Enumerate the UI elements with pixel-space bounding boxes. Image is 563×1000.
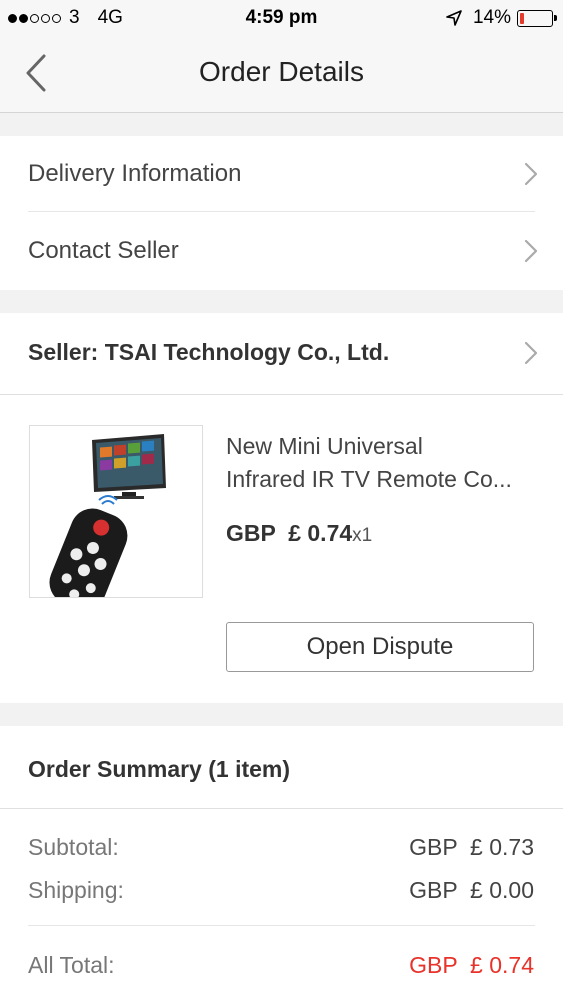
chevron-right-icon bbox=[524, 341, 538, 365]
contact-seller-row[interactable]: Contact Seller bbox=[0, 213, 563, 289]
total-label: All Total: bbox=[28, 952, 115, 978]
subtotal-label: Subtotal: bbox=[28, 834, 119, 860]
open-dispute-button[interactable]: Open Dispute bbox=[226, 622, 534, 672]
battery-percent: 14% bbox=[472, 7, 511, 28]
product-quantity: x1 bbox=[352, 525, 373, 546]
chevron-right-icon bbox=[524, 239, 538, 263]
location-arrow-icon bbox=[446, 10, 462, 26]
battery-icon bbox=[517, 9, 557, 27]
summary-total-divider bbox=[28, 925, 535, 926]
seller-divider bbox=[0, 394, 563, 395]
product-image[interactable] bbox=[29, 425, 203, 598]
order-links-section: Delivery Information Contact Seller bbox=[0, 136, 563, 290]
total-value: GBP £ 0.74 bbox=[409, 952, 534, 978]
seller-row[interactable]: Seller: TSAI Technology Co., Ltd. bbox=[0, 315, 563, 393]
contact-seller-label: Contact Seller bbox=[28, 237, 179, 264]
product-price: GBP £ 0.74x1 bbox=[226, 520, 372, 547]
order-summary-header: Order Summary (1 item) bbox=[28, 756, 291, 782]
battery-level-fill bbox=[520, 12, 524, 24]
product-title[interactable]: New Mini Universal Infrared IR TV Remote… bbox=[226, 430, 541, 496]
product-title-line-1: New Mini Universal bbox=[226, 433, 423, 459]
product-price-value: GBP £ 0.74 bbox=[226, 520, 353, 546]
subtotal-value: GBP £ 0.73 bbox=[409, 834, 534, 860]
chevron-right-icon bbox=[524, 162, 538, 186]
shipping-label: Shipping: bbox=[28, 877, 124, 903]
tv-remote-image bbox=[49, 434, 166, 597]
delivery-information-row[interactable]: Delivery Information bbox=[0, 136, 563, 212]
navigation-bar: Order Details bbox=[0, 36, 563, 113]
seller-name: Seller: TSAI Technology Co., Ltd. bbox=[28, 339, 390, 365]
row-divider bbox=[28, 211, 535, 212]
delivery-information-label: Delivery Information bbox=[28, 160, 242, 187]
summary-header-divider bbox=[0, 808, 563, 809]
product-title-line-2: Infrared IR TV Remote Co... bbox=[226, 466, 512, 492]
status-right: 14% bbox=[445, 7, 557, 29]
shipping-value: GBP £ 0.00 bbox=[409, 877, 534, 903]
page-title: Order Details bbox=[199, 56, 364, 87]
status-bar: 3 4G 4:59 pm 14% bbox=[0, 0, 563, 36]
